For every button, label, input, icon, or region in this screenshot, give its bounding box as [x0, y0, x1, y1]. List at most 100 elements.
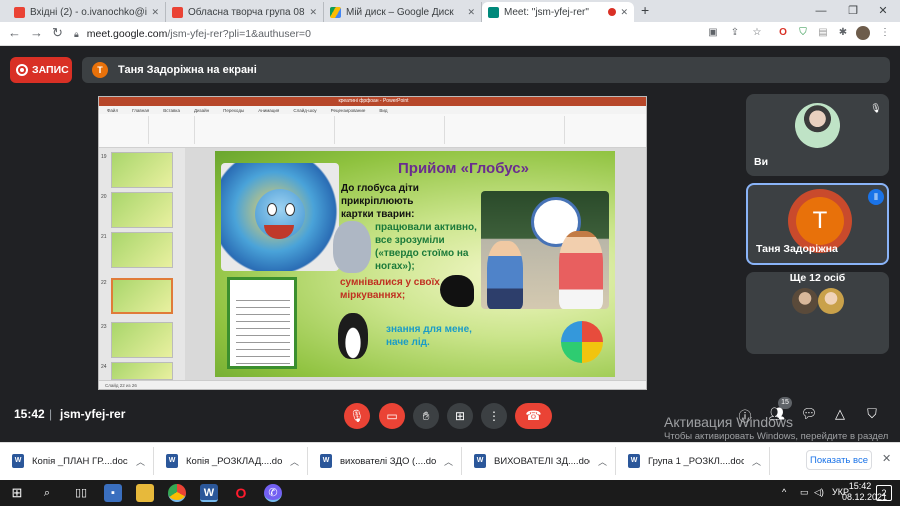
- word-icon[interactable]: W: [200, 484, 218, 502]
- close-icon[interactable]: ✕: [882, 452, 891, 465]
- chevron-up-icon[interactable]: ︿: [444, 455, 453, 468]
- chevron-up-icon[interactable]: ︿: [136, 455, 145, 468]
- network-icon[interactable]: ▭: [800, 487, 809, 498]
- search-icon[interactable]: ⌕: [38, 484, 56, 502]
- back-icon[interactable]: ←: [8, 25, 21, 40]
- participant-tile-others[interactable]: Ще 12 осіб: [746, 272, 889, 354]
- chrome-icon[interactable]: [168, 484, 186, 502]
- shield-extension-icon[interactable]: ⛉: [796, 26, 810, 40]
- minimize-icon[interactable]: —: [806, 0, 836, 22]
- participant-tile-self[interactable]: 🎙︎ Ви: [746, 94, 889, 176]
- ppt-menu-item: Дизайн: [193, 107, 210, 113]
- meet-icon: [488, 6, 499, 18]
- presenting-text: Таня Задоріжна на екрані: [118, 64, 257, 76]
- ppt-menu-item: Файл: [107, 107, 119, 113]
- close-icon[interactable]: ✕: [309, 7, 317, 18]
- close-icon[interactable]: ✕: [467, 7, 475, 18]
- show-all-downloads-button[interactable]: Показать все: [806, 450, 872, 470]
- notifications-icon[interactable]: 2: [876, 485, 892, 501]
- extension-icon[interactable]: ▤: [816, 26, 830, 40]
- participant-tile-presenter[interactable]: T ⦀ Таня Задоріжна: [746, 183, 889, 265]
- hand-icon: ✋︎: [422, 408, 430, 423]
- profile-avatar[interactable]: [856, 26, 870, 40]
- browser-tab-meet[interactable]: Meet: "jsm-yfej-rer" ✕: [482, 2, 634, 22]
- avatar: [795, 103, 840, 148]
- download-item[interactable]: W Група 1 _РОЗКЛ....docx ︿: [616, 447, 770, 475]
- chevron-up-icon[interactable]: ︿: [290, 455, 299, 468]
- slide-thumbnail: [111, 322, 173, 358]
- share-icon[interactable]: ⇪: [728, 26, 742, 40]
- download-item[interactable]: W Копія _ПЛАН ГР....docx ︿: [0, 447, 154, 475]
- slide-thumbnail: [111, 362, 173, 380]
- browser-tab-gmail-2[interactable]: Обласна творча група 08.12 - о ✕: [166, 2, 324, 22]
- task-view-icon[interactable]: ▯▯: [72, 484, 90, 502]
- tray-arrow-icon[interactable]: ^: [782, 487, 786, 497]
- present-button[interactable]: ⊞: [447, 403, 473, 429]
- slide-thumbnail: [111, 152, 173, 188]
- camera-permission-icon[interactable]: ▣: [706, 26, 720, 40]
- volume-icon[interactable]: ◁): [814, 487, 824, 498]
- chat-icon[interactable]: 💬︎: [800, 406, 818, 422]
- download-item[interactable]: W Копія _РОЗКЛАД....docx ︿: [154, 447, 308, 475]
- ppt-menu-item: Главная: [132, 107, 150, 113]
- download-item[interactable]: W ВИХОВАТЕЛІ ЗД....docx ︿: [462, 447, 616, 475]
- ribbon-group: [99, 116, 149, 144]
- raise-hand-button[interactable]: ✋︎: [413, 403, 439, 429]
- thumb-number: 19: [101, 154, 107, 160]
- save-disk-icon[interactable]: ▪: [104, 484, 122, 502]
- word-file-icon: W: [166, 454, 178, 468]
- ppt-ribbon: [99, 114, 646, 148]
- chevron-up-icon[interactable]: ︿: [752, 455, 761, 468]
- viber-icon[interactable]: ✆: [264, 484, 282, 502]
- new-tab-button[interactable]: +: [641, 2, 649, 18]
- slide-point-ice: знання для мене, наче лід.: [386, 324, 472, 348]
- close-icon[interactable]: ✕: [620, 7, 628, 18]
- window-close-icon[interactable]: ✕: [868, 0, 898, 22]
- opera-icon[interactable]: O: [232, 484, 250, 502]
- phone-hangup-icon: ☎︎: [525, 408, 542, 423]
- penguin-image: [338, 313, 368, 359]
- more-options-button[interactable]: ⋮: [481, 403, 507, 429]
- windows-activation-title: Активация Windows: [664, 414, 794, 430]
- bookmark-star-icon[interactable]: ☆: [750, 26, 764, 40]
- gmail-icon: [14, 6, 25, 18]
- url-host: meet.google.com: [86, 28, 168, 40]
- address-bar[interactable]: 🔒︎ meet.google.com /jsm-yfej-rer?pli=1&a…: [74, 25, 311, 43]
- word-file-icon: W: [628, 454, 640, 468]
- ppt-titlebar: креатині фрфоан - PowerPoint: [99, 97, 646, 106]
- browser-tab-drive[interactable]: Мій диск – Google Диск ✕: [324, 2, 482, 22]
- presenter-avatar: Т: [92, 62, 108, 78]
- slide-thumbnail: [111, 232, 173, 268]
- mic-off-icon: 🎙︎: [870, 103, 882, 113]
- participant-name: Ви: [754, 156, 769, 168]
- recording-button[interactable]: ЗАПИС: [10, 57, 72, 83]
- chevron-up-icon[interactable]: ︿: [598, 455, 607, 468]
- download-filename: ВИХОВАТЕЛІ ЗД....docx: [494, 455, 590, 467]
- leave-call-button[interactable]: ☎︎: [515, 403, 552, 429]
- download-item[interactable]: W вихователі ЗДО (....doc ︿: [308, 447, 462, 475]
- puzzle-icon[interactable]: ✱: [836, 26, 850, 40]
- camera-off-icon: ▭: [386, 409, 398, 423]
- word-file-icon: W: [12, 454, 24, 468]
- close-icon[interactable]: ✕: [151, 7, 159, 18]
- activities-icon[interactable]: △: [831, 406, 849, 422]
- restore-icon[interactable]: ❐: [838, 0, 868, 22]
- camera-toggle-button[interactable]: ▭: [379, 403, 405, 429]
- forward-icon[interactable]: →: [30, 25, 43, 40]
- mic-toggle-button[interactable]: 🎙︎: [344, 403, 370, 429]
- thumb-number: 22: [101, 280, 107, 286]
- taskbar-clock[interactable]: 15:42 08.12.2021: [842, 481, 887, 503]
- folder-icon[interactable]: [136, 484, 154, 502]
- reload-icon[interactable]: ↻: [52, 25, 63, 41]
- slide-point-active: працювали активно, все зрозуміли («тверд…: [375, 222, 477, 272]
- browser-tab-gmail[interactable]: Вхідні (2) - o.ivanochko@ippo.e ✕: [8, 2, 166, 22]
- opera-extension-icon[interactable]: O: [776, 26, 790, 40]
- host-controls-icon[interactable]: ⛉: [863, 406, 881, 422]
- windows-taskbar: [0, 480, 900, 506]
- url-path: /jsm-yfej-rer?pli=1&authuser=0: [167, 28, 311, 40]
- ppt-menu-item: Рецензирование: [330, 107, 366, 113]
- globe-eye: [285, 203, 295, 216]
- menu-dots-icon[interactable]: ⋮: [878, 26, 892, 40]
- tab-title: Обласна творча група 08.12 - о: [188, 6, 305, 18]
- windows-start-icon[interactable]: ⊞: [8, 484, 26, 502]
